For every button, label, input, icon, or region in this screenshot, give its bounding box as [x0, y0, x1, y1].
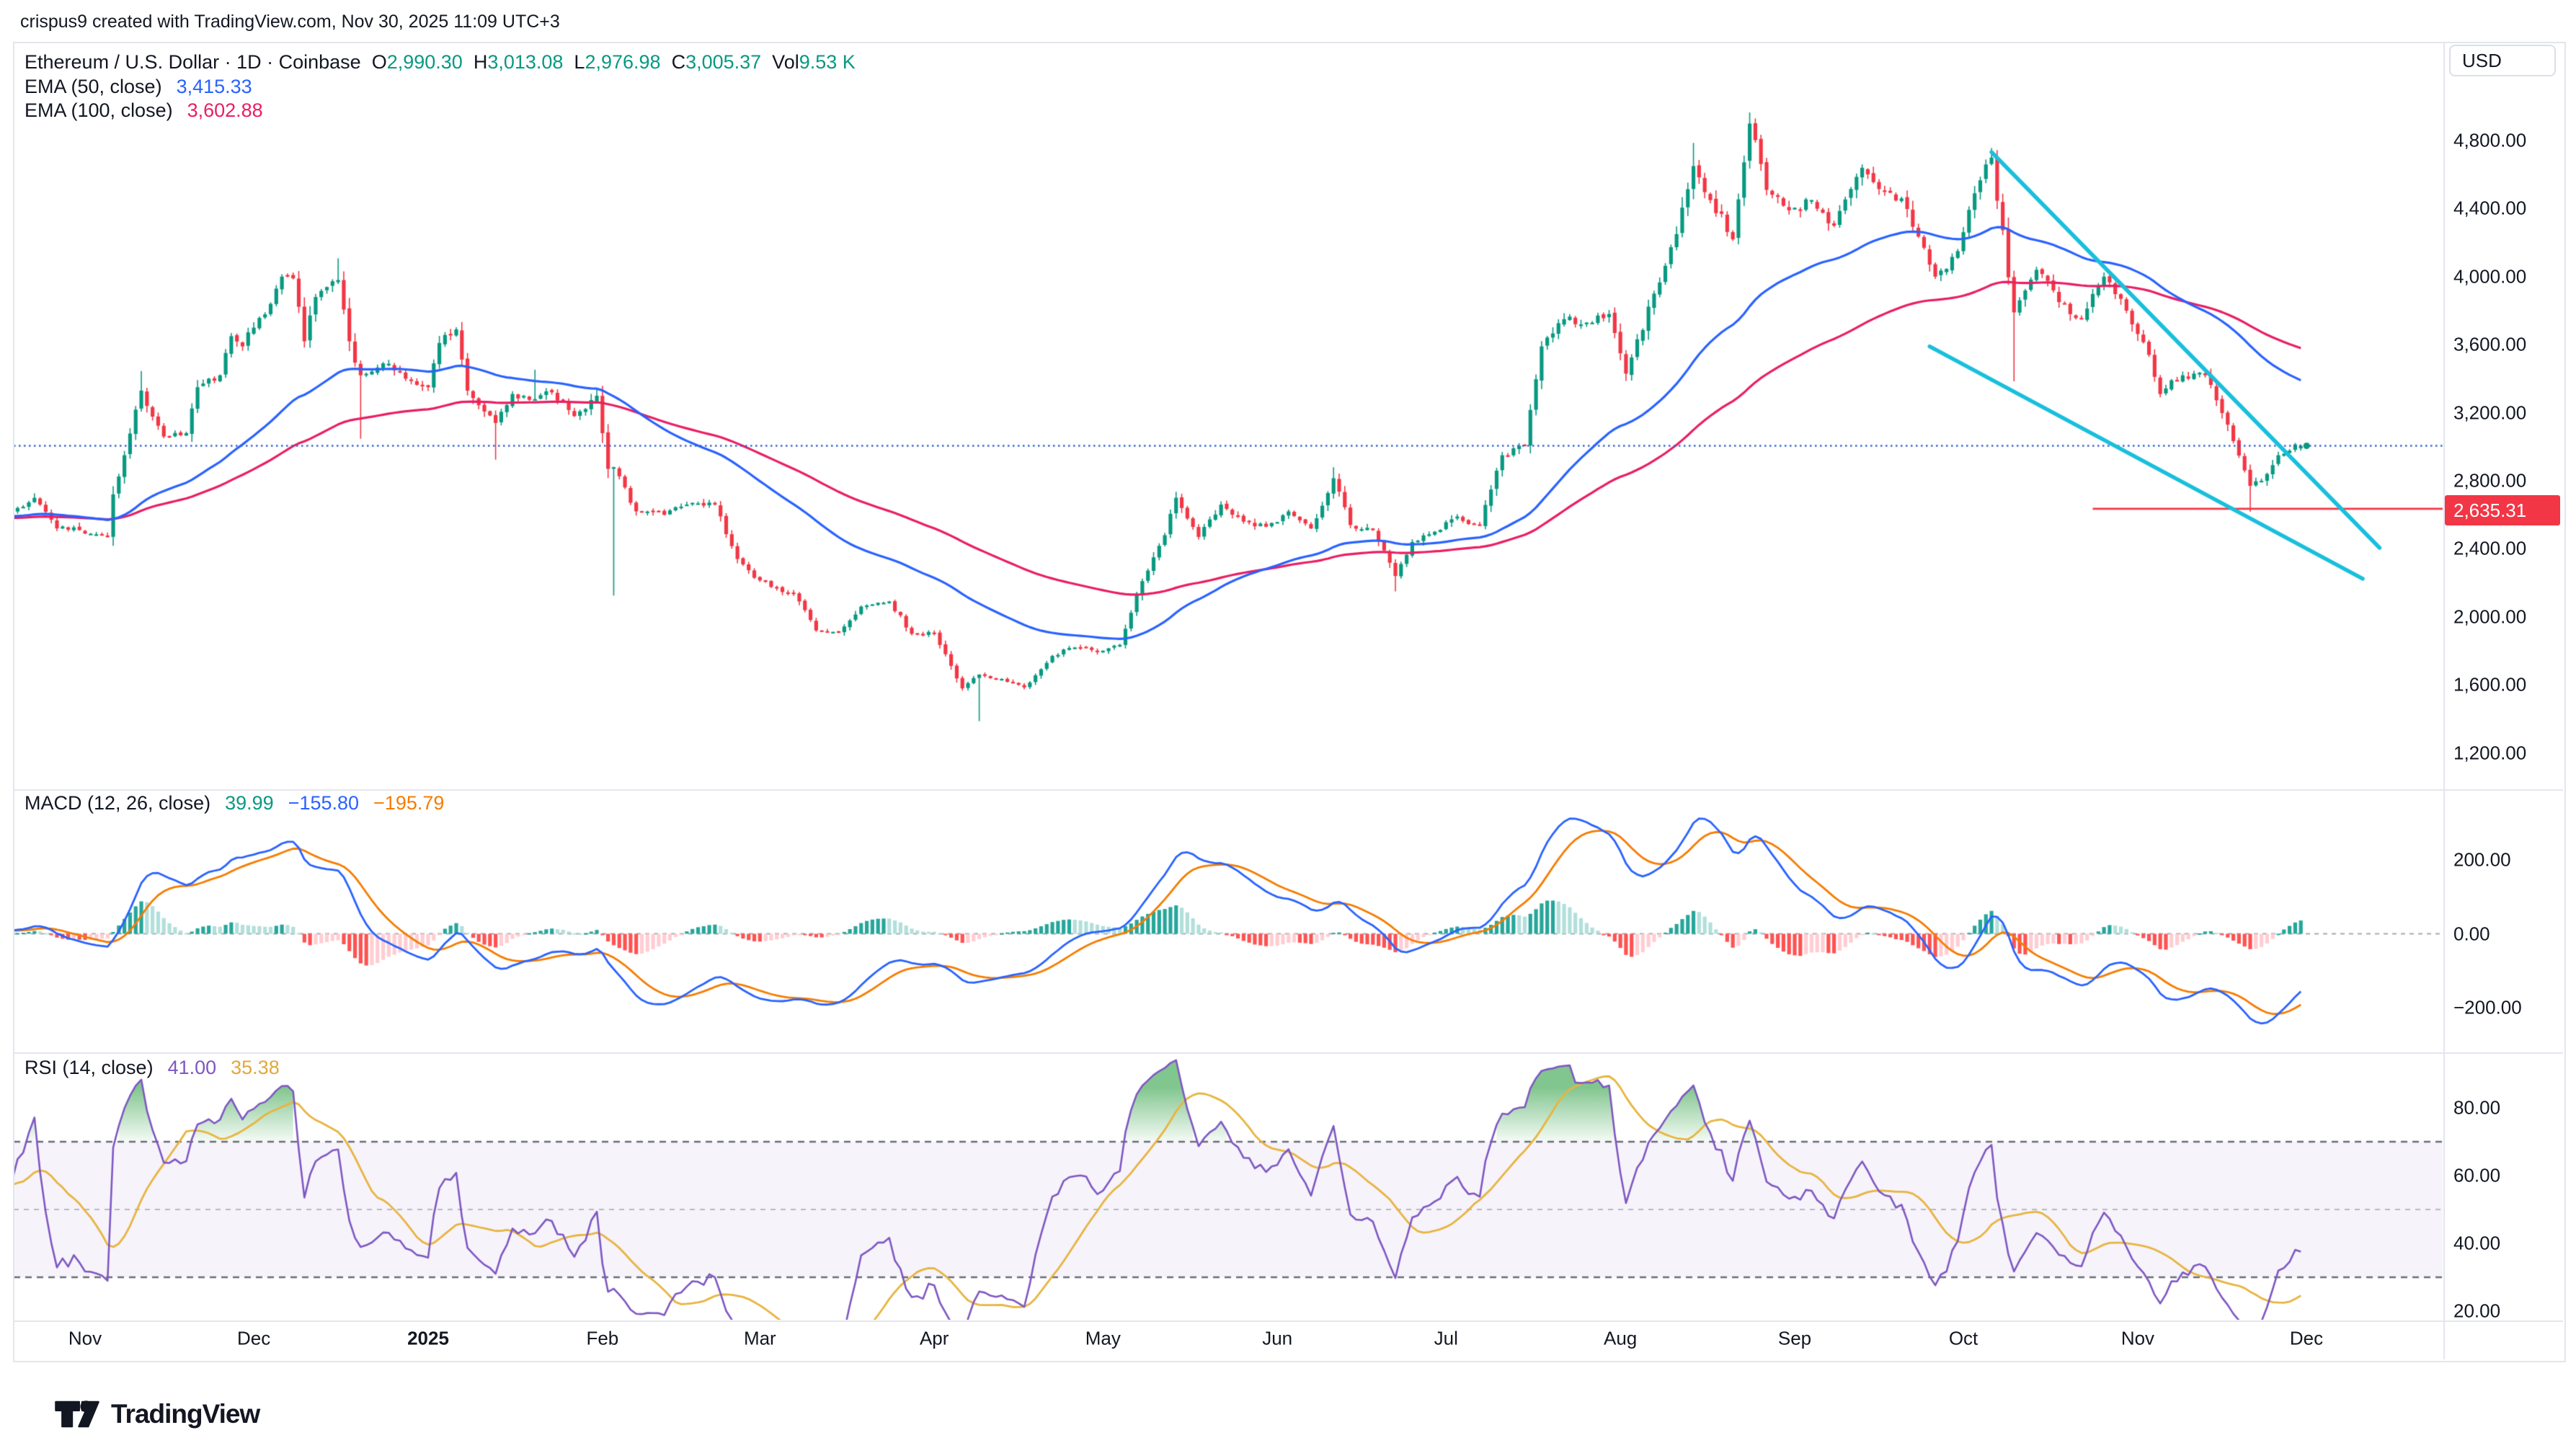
time-axis-month-label: Feb [586, 1328, 618, 1350]
ema50-legend-row[interactable]: EMA (50, close) 3,415.33 [25, 75, 252, 98]
macd-hist-value: 39.99 [225, 792, 274, 814]
rsi-tick-label: 80.00 [2453, 1097, 2500, 1119]
time-axis-month-label: Jul [1434, 1328, 1458, 1350]
time-axis-month-label: Dec [2290, 1328, 2323, 1350]
price-tick-label: 3,200.00 [2453, 401, 2526, 424]
macd-tick-label: 200.00 [2453, 849, 2511, 871]
time-axis-month-label: Mar [744, 1328, 776, 1350]
volume-label: Vol [772, 51, 799, 73]
time-axis-month-label: Jun [1262, 1328, 1292, 1350]
ema100-legend-row[interactable]: EMA (100, close) 3,602.88 [25, 99, 263, 122]
ema100-label: EMA (100, close) [25, 99, 173, 122]
macd-signal-value: −195.79 [373, 792, 444, 814]
tradingview-snapshot: crispus9 created with TradingView.com, N… [0, 0, 2576, 1456]
rsi-tick-label: 40.00 [2453, 1233, 2500, 1255]
price-axis-separator [2443, 42, 2445, 1359]
high-label: H [474, 51, 488, 73]
rsi-legend-row[interactable]: RSI (14, close) 41.00 35.38 [25, 1056, 280, 1079]
time-axis-month-label: Nov [2121, 1328, 2154, 1350]
open-value: 2,990.30 [387, 51, 463, 73]
rsi-value: 41.00 [168, 1057, 217, 1079]
low-value: 2,976.98 [585, 51, 660, 73]
macd-tick-label: 0.00 [2453, 923, 2490, 945]
time-axis-month-label: Sep [1778, 1328, 1811, 1350]
close-value: 3,005.37 [685, 51, 761, 73]
price-line-badge: 2,635.31 [2445, 495, 2560, 525]
rsi-label: RSI (14, close) [25, 1057, 154, 1079]
high-value: 3,013.08 [487, 51, 563, 73]
pane-separator[interactable] [13, 1052, 2563, 1054]
price-tick-label: 2,000.00 [2453, 605, 2526, 628]
tradingview-logo[interactable]: TradingView [53, 1394, 259, 1434]
macd-legend-row[interactable]: MACD (12, 26, close) 39.99 −155.80 −195.… [25, 791, 444, 814]
time-axis-month-label: Oct [1949, 1328, 1978, 1350]
open-label: O [372, 51, 387, 73]
macd-tick-label: −200.00 [2453, 996, 2522, 1018]
price-tick-label: 2,400.00 [2453, 538, 2526, 560]
time-axis-month-label: Nov [68, 1328, 102, 1350]
time-axis-month-label: Apr [920, 1328, 949, 1350]
macd-line-value: −155.80 [288, 792, 359, 814]
ema50-label: EMA (50, close) [25, 76, 162, 98]
time-axis-month-label: Aug [1604, 1328, 1637, 1350]
rsi-tick-label: 20.00 [2453, 1300, 2500, 1323]
time-axis-month-label: 2025 [407, 1328, 449, 1350]
price-tick-label: 1,600.00 [2453, 674, 2526, 696]
time-axis-month-label: May [1085, 1328, 1121, 1350]
ema50-value: 3,415.33 [177, 76, 252, 98]
pane-separator[interactable] [13, 789, 2563, 791]
rsi-tick-label: 60.00 [2453, 1165, 2500, 1187]
price-tick-label: 4,800.00 [2453, 130, 2526, 152]
ema100-value: 3,602.88 [187, 99, 263, 122]
close-label: C [672, 51, 686, 73]
rsi-ma-value: 35.38 [231, 1057, 280, 1079]
chart-canvas[interactable] [0, 0, 2576, 1456]
price-tick-label: 4,400.00 [2453, 197, 2526, 220]
time-axis-separator[interactable] [13, 1320, 2563, 1322]
time-axis-month-label: Dec [237, 1328, 270, 1350]
low-label: L [574, 51, 585, 73]
tradingview-logo-text: TradingView [111, 1399, 259, 1429]
price-tick-label: 4,000.00 [2453, 265, 2526, 288]
symbol-legend-row[interactable]: Ethereum / U.S. Dollar · 1D · Coinbase O… [25, 50, 856, 74]
symbol-title: Ethereum / U.S. Dollar · 1D · Coinbase [25, 51, 361, 74]
price-tick-label: 2,800.00 [2453, 470, 2526, 492]
price-tick-label: 3,600.00 [2453, 334, 2526, 356]
tradingview-logo-icon [53, 1394, 101, 1434]
volume-value: 9.53 K [799, 51, 856, 73]
price-tick-label: 1,200.00 [2453, 742, 2526, 764]
macd-label: MACD (12, 26, close) [25, 792, 210, 814]
currency-toggle-button[interactable]: USD [2449, 45, 2556, 76]
